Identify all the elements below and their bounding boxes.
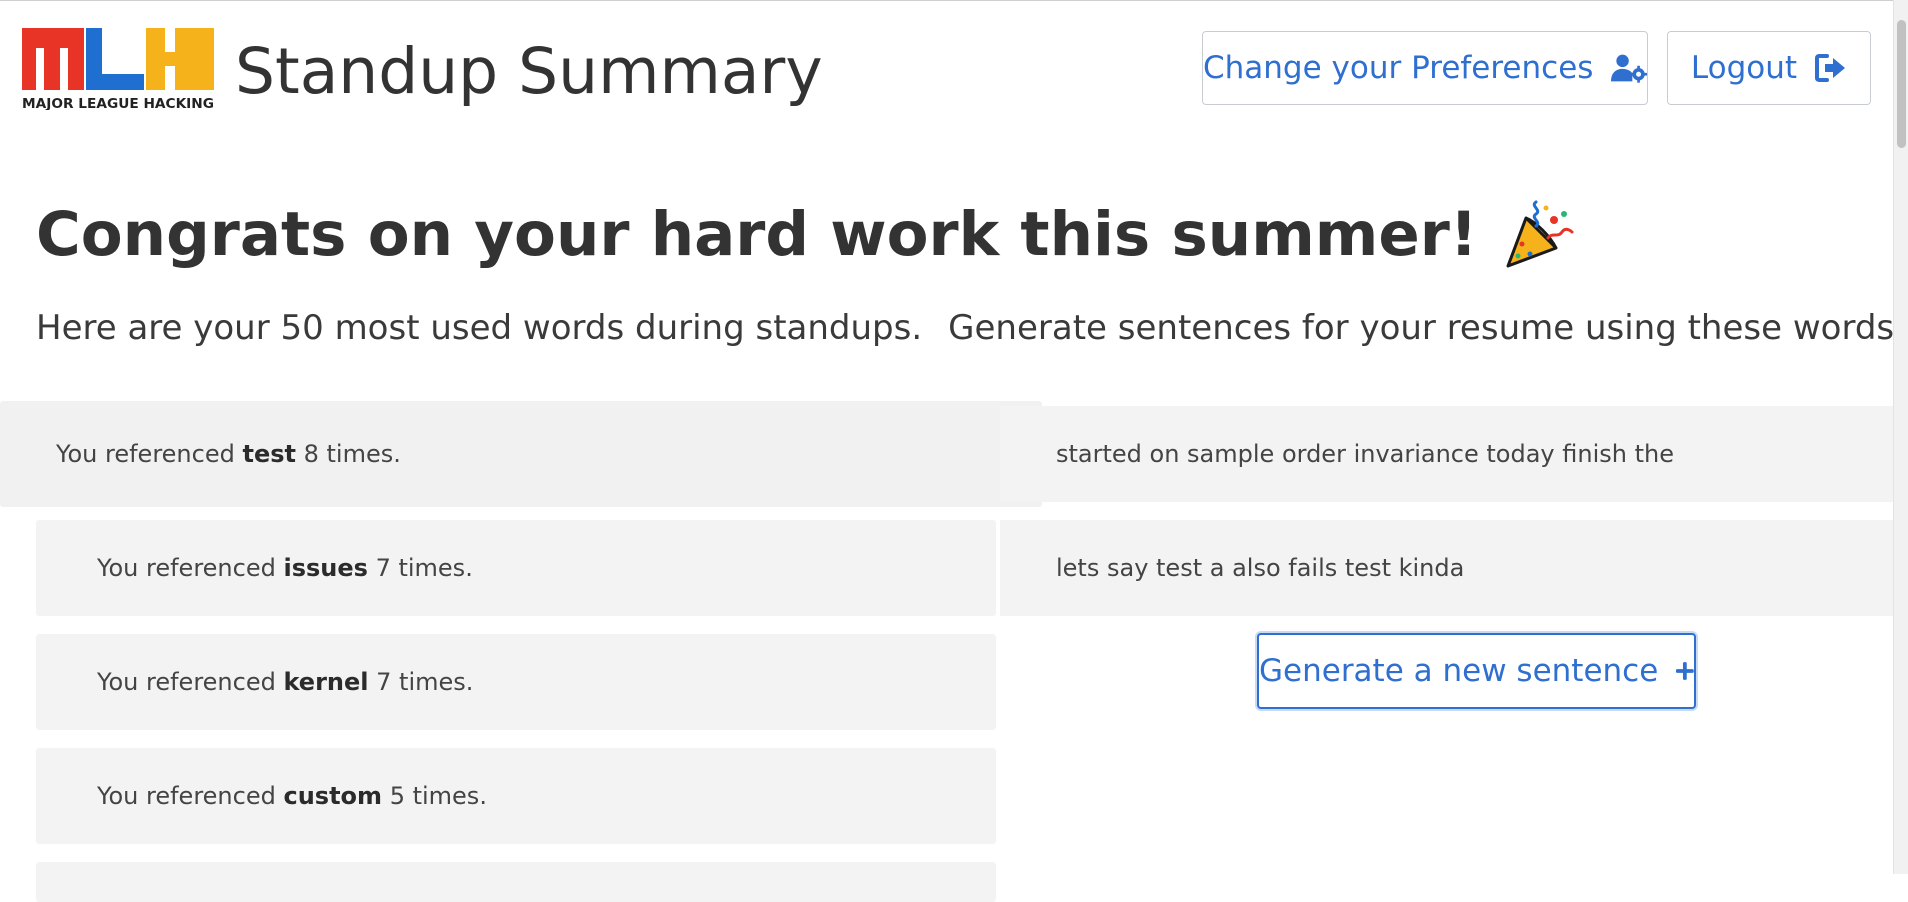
word-prefix: You referenced	[97, 668, 276, 696]
generate-sentence-label: Generate a new sentence	[1259, 653, 1659, 689]
change-preferences-button[interactable]: Change your Preferences	[1202, 31, 1648, 105]
user-gear-icon	[1611, 54, 1647, 83]
generate-description: Generate sentences for your resume using…	[948, 308, 1905, 348]
word-term: issues	[283, 554, 368, 582]
word-count: 5 times.	[389, 782, 487, 810]
generate-sentence-button[interactable]: Generate a new sentence	[1257, 633, 1696, 709]
word-item-kernel: You referenced kernel 7 times.	[36, 634, 996, 730]
site-title: Standup Summary	[235, 35, 823, 108]
window-top-border	[0, 0, 1893, 6]
generated-sentence: lets say test a also fails test kinda	[1000, 520, 1893, 616]
sign-out-icon	[1815, 54, 1846, 82]
logout-button[interactable]: Logout	[1667, 31, 1871, 105]
word-item-partial	[36, 862, 996, 902]
word-count: 7 times.	[376, 668, 474, 696]
generated-sentence: started on sample order invariance today…	[1000, 406, 1893, 502]
logo-text: MAJOR LEAGUE HACKING	[22, 97, 214, 110]
word-term: test	[242, 440, 296, 468]
congrats-heading: Congrats on your hard work this summer!	[36, 198, 1576, 270]
instructions-text: Here are your 50 most used words during …	[36, 308, 1905, 348]
words-description: Here are your 50 most used words during …	[36, 308, 923, 348]
vertical-scrollbar[interactable]	[1893, 0, 1908, 874]
word-prefix: You referenced	[97, 554, 276, 582]
word-count: 8 times.	[303, 440, 401, 468]
word-item-custom: You referenced custom 5 times.	[36, 748, 996, 844]
congrats-heading-text: Congrats on your hard work this summer!	[36, 198, 1478, 270]
plus-icon	[1676, 662, 1694, 680]
party-popper-icon	[1506, 200, 1574, 268]
word-term: custom	[283, 782, 383, 810]
mlh-logo[interactable]: MAJOR LEAGUE HACKING	[22, 28, 214, 110]
logout-label: Logout	[1690, 50, 1798, 86]
word-prefix: You referenced	[97, 782, 276, 810]
scrollbar-thumb[interactable]	[1897, 20, 1906, 148]
word-prefix: You referenced	[56, 440, 235, 468]
word-item-issues: You referenced issues 7 times.	[36, 520, 996, 616]
change-preferences-label: Change your Preferences	[1203, 50, 1594, 86]
word-item-test: You referenced test 8 times.	[0, 401, 1042, 507]
word-term: kernel	[283, 668, 369, 696]
word-count: 7 times.	[375, 554, 473, 582]
